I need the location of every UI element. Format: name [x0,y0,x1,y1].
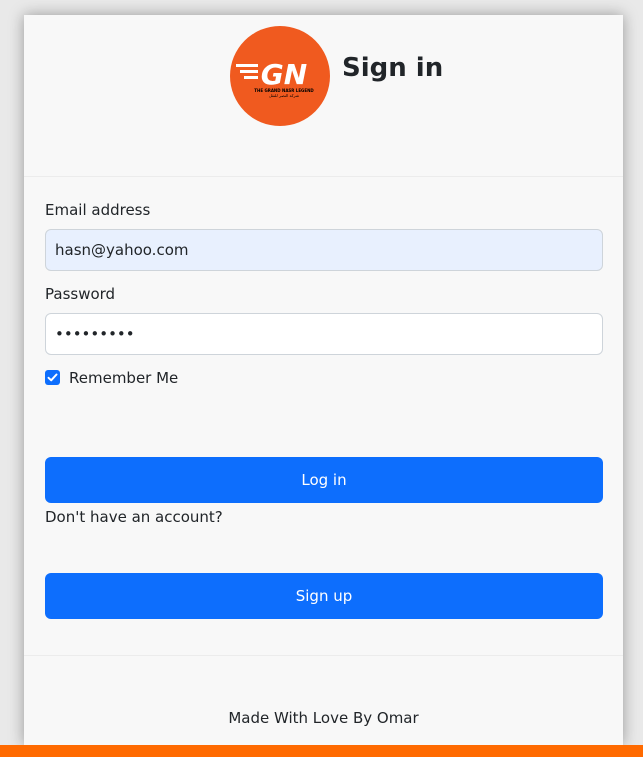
logo-arabic: شركة النصر للنقل [269,93,300,98]
signin-card: GN THE GRAND NASR LEGEND شركة النصر للنق… [24,15,623,745]
password-label: Password [45,285,116,303]
password-field[interactable] [45,313,603,355]
bottom-accent-bar [0,745,643,757]
page-title: Sign in [342,53,444,83]
remember-me-checkbox[interactable] [45,370,60,385]
logo-initials: GN [261,58,307,91]
logo-emblem-icon: GN THE GRAND NASR LEGEND شركة النصر للنق… [236,58,314,98]
footer-credit: Made With Love By Omar [228,709,419,727]
signup-button[interactable]: Sign up [45,573,603,619]
no-account-text: Don't have an account? [45,508,223,526]
email-label: Email address [45,201,151,219]
checkmark-icon [47,373,58,382]
login-button[interactable]: Log in [45,457,603,503]
card-header: GN THE GRAND NASR LEGEND شركة النصر للنق… [24,15,623,177]
company-logo: GN THE GRAND NASR LEGEND شركة النصر للنق… [230,26,330,126]
remember-me-label[interactable]: Remember Me [69,368,178,388]
signin-form: Email address Password Remember Me Log i… [24,177,623,656]
email-field[interactable] [45,229,603,271]
